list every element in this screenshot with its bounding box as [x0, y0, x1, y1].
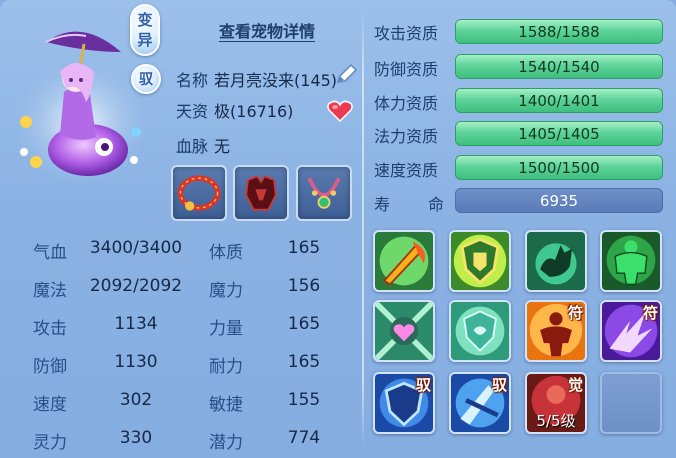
stamina-aptitude-value: 1400/1401: [518, 91, 600, 110]
variant-badge-line1: 变: [137, 11, 153, 29]
talent-row: 天资 极(16716): [176, 98, 293, 122]
skill-slot-11[interactable]: 觉 5/5级: [525, 372, 587, 434]
equipment-slot-necklace[interactable]: [296, 165, 352, 221]
attack-aptitude-bar: 1588/1588: [455, 19, 663, 44]
lifespan-label-1: 寿: [374, 195, 391, 214]
mana-aptitude-bar: 1405/1405: [455, 121, 663, 146]
skill-slot-2[interactable]: [449, 230, 511, 292]
speed-aptitude-bar: 1500/1500: [455, 155, 663, 180]
column-divider: [362, 8, 364, 448]
defense-value: 1130: [114, 352, 158, 372]
tame-badge: 驭: [131, 64, 161, 94]
endurance-value: 165: [287, 352, 321, 372]
collar-icon: [177, 175, 221, 211]
attack-value: 1134: [114, 314, 158, 334]
pet-detail-panel: 变 异 驭 查看宠物详情 名称 若月亮没来(145) 天资 极(16716) 血…: [0, 0, 676, 458]
mp-label: 魔法: [33, 281, 67, 301]
skill-slot-5[interactable]: [373, 300, 435, 362]
guard-shield-skill-icon: [451, 302, 509, 360]
stamina-aptitude-bar: 1400/1401: [455, 88, 663, 113]
skill-slot-7[interactable]: 符: [525, 300, 587, 362]
skill-8-corner-tag: 符: [642, 304, 658, 322]
skill-slot-3[interactable]: [525, 230, 587, 292]
skill-slot-1[interactable]: [373, 230, 435, 292]
bloodline-value: 无: [214, 137, 231, 156]
variant-badge-line2: 异: [137, 31, 153, 49]
strongman-skill-icon: [602, 232, 660, 290]
tame-badge-label: 驭: [139, 72, 153, 88]
attack-aptitude-label: 攻击资质: [374, 24, 439, 43]
favorite-heart-icon[interactable]: [327, 100, 353, 122]
speed-aptitude-value: 1500/1500: [518, 158, 600, 177]
shield-buff-skill-icon: [451, 232, 509, 290]
talent-value: 极(16716): [214, 102, 294, 121]
skill-slot-10[interactable]: 驭: [449, 372, 511, 434]
spirit-label: 灵力: [33, 433, 67, 453]
fire-sword-skill-icon: [375, 232, 433, 290]
name-label: 名称: [176, 71, 209, 90]
talent-label: 天资: [176, 102, 209, 121]
magic-power-label: 魔力: [209, 281, 243, 301]
spirit-value: 330: [119, 428, 153, 448]
agility-label: 敏捷: [209, 395, 243, 415]
defense-aptitude-label: 防御资质: [374, 60, 439, 79]
edit-name-icon[interactable]: [333, 62, 359, 88]
attack-aptitude-value: 1588/1588: [518, 22, 600, 41]
skill-11-corner-tag: 觉: [567, 376, 583, 394]
lifespan-label-2: 命: [428, 195, 445, 214]
strength-label: 力量: [209, 319, 243, 339]
defense-aptitude-bar: 1540/1540: [455, 54, 663, 79]
strength-value: 165: [287, 314, 321, 334]
beast-skill-icon: [527, 232, 585, 290]
mp-value: 2092/2092: [89, 276, 183, 296]
agility-value: 155: [287, 390, 321, 410]
skill-slot-9[interactable]: 驭: [373, 372, 435, 434]
lifespan-value: 6935: [455, 188, 663, 213]
heart-heal-skill-icon: [375, 302, 433, 360]
equipment-slot-armor[interactable]: [233, 165, 289, 221]
endurance-label: 耐力: [209, 357, 243, 377]
skill-slot-6[interactable]: [449, 300, 511, 362]
equipment-slot-collar[interactable]: [171, 165, 227, 221]
necklace-icon: [307, 177, 341, 209]
hp-value: 3400/3400: [89, 238, 183, 258]
constitution-value: 165: [287, 238, 321, 258]
skill-slot-12-empty[interactable]: [600, 372, 662, 434]
skill-10-corner-tag: 驭: [491, 376, 507, 394]
variant-badge: 变 异: [130, 4, 160, 56]
skill-11-level: 5/5级: [536, 412, 576, 430]
skill-slot-8[interactable]: 符: [600, 300, 662, 362]
speed-aptitude-label: 速度资质: [374, 161, 439, 180]
stamina-aptitude-label: 体力资质: [374, 94, 439, 113]
potential-label: 潜力: [209, 433, 243, 453]
view-pet-details-link[interactable]: 查看宠物详情: [219, 18, 315, 42]
hp-label: 气血: [33, 243, 67, 263]
magic-power-value: 156: [287, 276, 321, 296]
name-value: 若月亮没来(145): [214, 71, 338, 90]
attack-label: 攻击: [33, 319, 67, 339]
constitution-label: 体质: [209, 243, 243, 263]
mana-aptitude-label: 法力资质: [374, 127, 439, 146]
speed-label: 速度: [33, 395, 67, 415]
bloodline-label: 血脉: [176, 137, 209, 156]
bloodline-row: 血脉 无: [176, 133, 230, 157]
mana-aptitude-value: 1405/1405: [518, 124, 600, 143]
defense-aptitude-value: 1540/1540: [518, 57, 600, 76]
skill-slot-4[interactable]: [600, 230, 662, 292]
speed-value: 302: [119, 390, 153, 410]
armor-icon: [245, 175, 277, 211]
skill-9-corner-tag: 驭: [415, 376, 431, 394]
potential-value: 774: [287, 428, 321, 448]
skill-7-corner-tag: 符: [567, 304, 583, 322]
name-row: 名称 若月亮没来(145): [176, 67, 337, 91]
defense-label: 防御: [33, 357, 67, 377]
